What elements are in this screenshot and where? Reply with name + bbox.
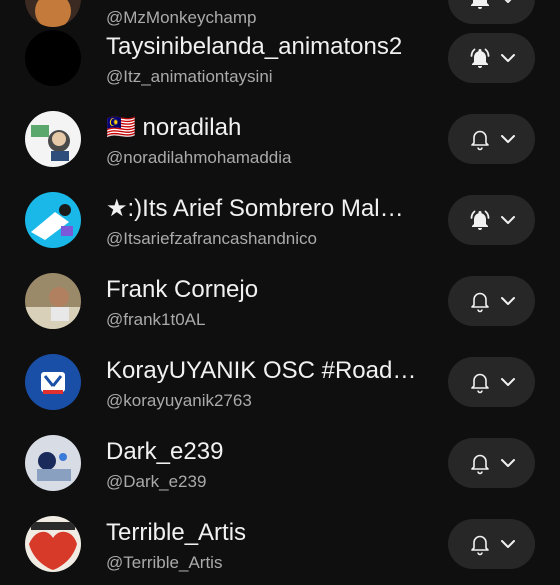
channel-row[interactable]: KorayUYANIK OSC #RoadT… @korayuyanik2763 xyxy=(0,342,560,423)
chevron-down-icon xyxy=(504,0,512,3)
channel-name[interactable]: KorayUYANIK OSC #RoadT… xyxy=(106,356,426,386)
channel-row[interactable]: Taysinibelanda_animatons2 @Itz_animation… xyxy=(0,18,560,99)
chevron-down-icon xyxy=(501,135,515,143)
channel-name[interactable]: 🇲🇾 noradilah xyxy=(106,113,426,143)
channel-avatar[interactable] xyxy=(25,111,81,167)
chevron-down-icon xyxy=(501,297,515,305)
channel-avatar[interactable] xyxy=(25,435,81,491)
bell-outline-icon xyxy=(471,535,489,556)
channel-handle: @Dark_e239 xyxy=(106,472,207,491)
notification-button[interactable] xyxy=(448,195,535,245)
channel-name[interactable]: Taysinibelanda_animatons2 xyxy=(106,32,426,62)
chevron-down-icon xyxy=(501,216,515,224)
bell-ringing-icon xyxy=(470,48,490,68)
notification-button[interactable] xyxy=(448,438,535,488)
chevron-down-icon xyxy=(501,54,515,62)
bell-ringing-icon xyxy=(470,210,490,230)
channel-avatar[interactable] xyxy=(25,354,81,410)
notification-button[interactable] xyxy=(448,33,535,83)
bell-outline-icon xyxy=(471,454,489,475)
channel-handle: @noradilahmohamadd­ia xyxy=(106,148,292,167)
channel-handle: @Terrible_Artis xyxy=(106,553,223,572)
channel-name[interactable]: ★:)Its Arief Sombrero Mal… xyxy=(106,194,426,224)
channel-handle: @korayuyanik2763 xyxy=(106,391,252,410)
channel-row[interactable]: ★:)Its Arief Sombrero Mal… @Itsariefzafr… xyxy=(0,180,560,261)
channel-name[interactable]: Frank Cornejo xyxy=(106,275,426,305)
chevron-down-icon xyxy=(501,378,515,386)
channel-avatar[interactable] xyxy=(25,516,81,572)
bell-outline-icon xyxy=(471,292,489,313)
channel-row[interactable]: 🇲🇾 noradilah @noradilahmohamadd­ia xyxy=(0,99,560,180)
channel-avatar[interactable] xyxy=(25,273,81,329)
chevron-down-icon xyxy=(501,459,515,467)
channel-row[interactable]: Terrible_Artis @Terrible_Artis xyxy=(0,504,560,585)
channel-name[interactable]: Dark_e239 xyxy=(106,437,426,467)
channel-avatar[interactable] xyxy=(25,192,81,248)
channel-row[interactable]: Dark_e239 @Dark_e239 xyxy=(0,423,560,504)
channel-row[interactable]: Frank Cornejo @frank1t0AL xyxy=(0,261,560,342)
channel-avatar[interactable] xyxy=(25,30,81,86)
notification-button[interactable] xyxy=(448,357,535,407)
subscriptions-list: @MzMonkeychamp Taysinibelanda_animatons2… xyxy=(0,0,560,572)
bell-outline-icon xyxy=(471,373,489,394)
channel-name[interactable]: Terrible_Artis xyxy=(106,518,426,548)
channel-handle: @frank1t0AL xyxy=(106,310,206,329)
channel-handle: @Itz_animationtaysini xyxy=(106,67,273,86)
chevron-down-icon xyxy=(501,540,515,548)
notification-button[interactable] xyxy=(448,276,535,326)
notification-button[interactable] xyxy=(448,114,535,164)
bell-filled-icon xyxy=(471,0,489,9)
notification-button[interactable] xyxy=(448,519,535,569)
bell-outline-icon xyxy=(471,130,489,151)
channel-handle: @Itsariefzafrancashandnico xyxy=(106,229,317,248)
